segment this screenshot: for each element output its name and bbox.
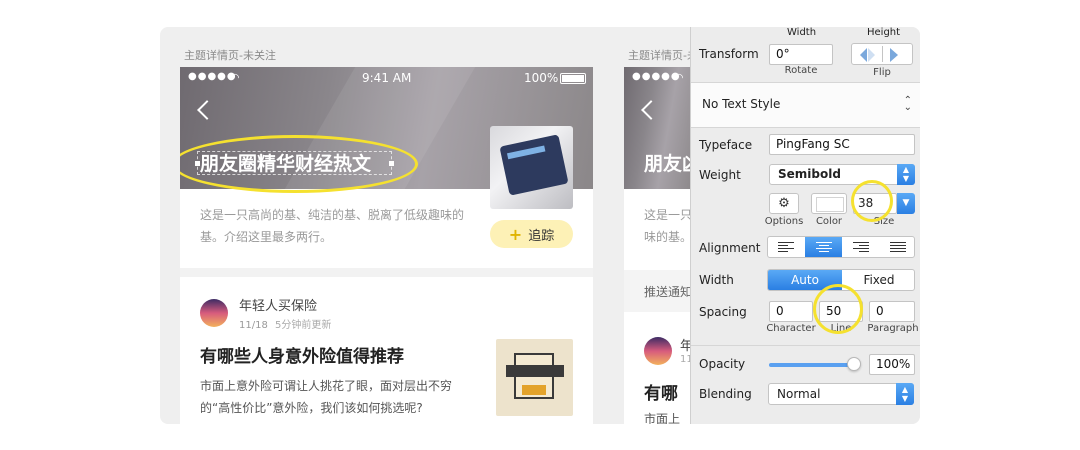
blending-label: Blending	[699, 387, 752, 401]
battery-percent: 100%	[524, 71, 559, 85]
blending-select[interactable]: Normal ▲ ▼	[768, 383, 914, 405]
options-label: Options	[764, 216, 804, 227]
align-justify-icon[interactable]	[879, 237, 914, 257]
width-fixed-button[interactable]: Fixed	[842, 270, 914, 290]
article-title-second: 有哪	[644, 384, 678, 404]
rotate-label: Rotate	[784, 65, 818, 76]
color-swatch[interactable]	[811, 193, 847, 214]
topic-thumbnail	[490, 126, 573, 209]
flip-separator	[882, 46, 883, 62]
weight-label: Weight	[699, 168, 741, 182]
opacity-slider-track[interactable]	[769, 363, 855, 367]
phone-device-image	[499, 134, 569, 196]
align-left-icon[interactable]	[768, 237, 805, 257]
flip-horizontal-ghost-icon	[868, 48, 875, 62]
topic-title-second: 朋友凶	[644, 153, 694, 175]
post-updated: 5分钟前更新	[275, 320, 332, 331]
wifi-icon: ◠	[230, 71, 240, 84]
follow-button[interactable]: + 追踪	[490, 220, 573, 248]
highlight-ring-size	[851, 180, 893, 222]
author-meta: 11/18 5分钟前更新	[239, 316, 331, 331]
inspector-divider	[691, 127, 920, 128]
article-excerpt-second: 市面上	[644, 412, 681, 424]
size-dropdown-icon[interactable]: ▼	[897, 193, 915, 214]
weight-stepper-icon[interactable]: ▲ ▼	[897, 164, 915, 185]
character-spacing-field[interactable]: 0	[769, 301, 813, 322]
highlight-ring-title	[180, 135, 418, 193]
opacity-slider-knob[interactable]	[847, 357, 861, 371]
alignment-buttons	[767, 236, 915, 258]
align-center-icon[interactable]	[805, 237, 842, 257]
blending-stepper-icon[interactable]: ▲ ▼	[896, 383, 914, 405]
topic-description: 这是一只高尚的基、纯洁的基、脱离了低级趣味的基。介绍这里最多两行。	[200, 208, 465, 244]
weight-select[interactable]: Semibold ▲ ▼	[769, 164, 915, 185]
artboard-topic-detail[interactable]: ●●●●● ◠ 9:41 AM 100% 朋友圈精华财经热文 这是一只高尚的基、…	[180, 67, 593, 424]
paragraph-spacing-field[interactable]: 0	[869, 301, 915, 322]
status-bar: ●●●●● ◠ 9:41 AM 100%	[180, 71, 593, 87]
post-date: 11/18	[239, 320, 268, 331]
weight-value: Semibold	[778, 167, 841, 181]
character-label: Character	[766, 323, 816, 334]
opacity-field[interactable]: 100%	[869, 354, 915, 375]
article-thumbnail	[496, 339, 573, 416]
spacing-label: Spacing	[699, 305, 747, 319]
typeface-field[interactable]: PingFang SC	[769, 134, 915, 155]
desc-line-2: 味的基。	[644, 230, 693, 244]
author-name: 年轻人买保险	[239, 299, 318, 314]
article-title[interactable]: 有哪些人身意外险值得推荐	[200, 342, 404, 367]
artboard-label[interactable]: 主题详情页-未关注	[184, 47, 276, 63]
sketch-canvas: 主题详情页-未关注 主题详情页-未关注 ●●●●● ◠ 9:41 AM 100%…	[160, 27, 920, 424]
inspector-panel: Width Height Transform 0° Rotate Flip No…	[690, 27, 920, 424]
wifi-icon-second: ◠	[674, 71, 684, 84]
inspector-divider	[691, 345, 920, 346]
paragraph-label: Paragraph	[867, 323, 919, 334]
topic-description-second: 这是一只 味的基。	[644, 204, 692, 248]
color-label: Color	[815, 216, 843, 227]
author-avatar-second	[644, 337, 672, 365]
flip-buttons	[851, 43, 913, 65]
text-style-select[interactable]: No Text Style	[702, 97, 780, 111]
highlight-ring-line	[813, 284, 863, 334]
robot-illustration	[506, 353, 564, 399]
rotate-field[interactable]: 0°	[769, 44, 833, 65]
plus-icon: +	[508, 224, 523, 244]
status-time: 9:41 AM	[362, 71, 412, 85]
flip-vertical-icon[interactable]	[890, 48, 898, 62]
section-separator	[180, 268, 593, 277]
blending-value: Normal	[777, 387, 821, 401]
text-style-chevron-icon[interactable]: ⌃ ⌄	[904, 96, 912, 113]
follow-label: 追踪	[528, 228, 555, 244]
gear-icon[interactable]: ⚙	[769, 193, 799, 214]
desc-line-1: 这是一只	[644, 208, 693, 222]
alignment-label: Alignment	[699, 241, 761, 255]
width-label: Width	[787, 27, 817, 38]
flip-label: Flip	[873, 67, 891, 78]
align-right-icon[interactable]	[842, 237, 879, 257]
transform-label: Transform	[699, 47, 759, 61]
opacity-label: Opacity	[699, 357, 746, 371]
flip-horizontal-icon[interactable]	[860, 48, 867, 62]
artboard-topic-detail-second[interactable]: ●●●●● ◠ 朋友凶 这是一只 味的基。 推送通知 年 11 有哪 市面上	[624, 67, 694, 424]
author-avatar	[200, 299, 228, 327]
status-bar-second: ●●●●● ◠	[624, 71, 694, 87]
typeface-label: Typeface	[699, 138, 753, 152]
width-mode-label: Width	[699, 273, 734, 287]
battery-icon	[560, 73, 586, 84]
article-excerpt: 市面上意外险可谓让人挑花了眼，面对层出不穷的“高性价比”意外险，我们该如何挑选呢…	[200, 379, 453, 415]
notification-band-text: 推送通知	[644, 285, 693, 299]
height-label: Height	[867, 27, 901, 38]
